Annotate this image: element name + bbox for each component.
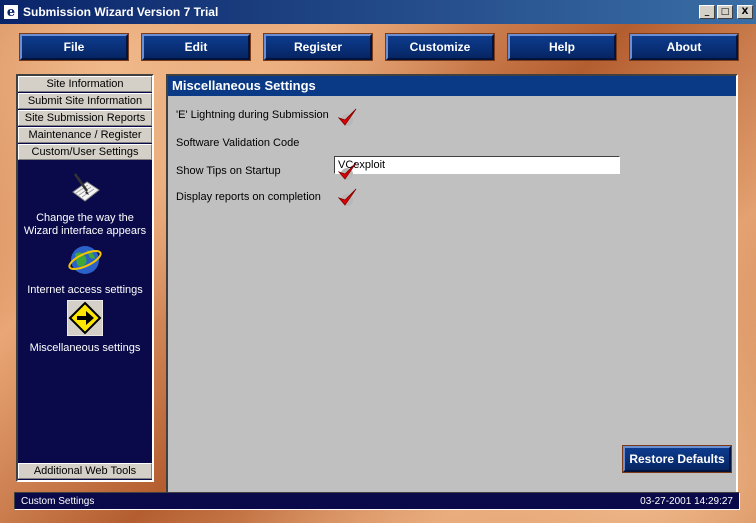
status-bar: Custom Settings 03-27-2001 14:29:27	[14, 492, 740, 510]
menu-help-button[interactable]: Help	[508, 34, 616, 60]
close-button[interactable]: X	[737, 5, 753, 19]
sidebar-item-submit-site-information[interactable]: Submit Site Information	[18, 93, 152, 109]
setting-label-lightning: 'E' Lightning during Submission	[176, 109, 329, 121]
notepad-pen-icon	[72, 173, 100, 202]
menu-bar: File Edit Register Customize Help About	[18, 34, 738, 60]
tool-interface-appearance[interactable]: Change the way the Wizard interface appe…	[18, 170, 152, 238]
copper-frame: File Edit Register Customize Help About …	[0, 24, 756, 523]
sidebar-item-site-submission-reports[interactable]: Site Submission Reports	[18, 110, 152, 126]
title-bar: e Submission Wizard Version 7 Trial _ □ …	[0, 0, 756, 24]
setting-row-validation: Software Validation Code	[176, 137, 299, 149]
checkmark-icon[interactable]	[336, 160, 358, 182]
menu-customize-button[interactable]: Customize	[386, 34, 494, 60]
status-text: Custom Settings	[21, 495, 95, 507]
setting-row-tips: Show Tips on Startup	[176, 165, 281, 177]
setting-label-tips: Show Tips on Startup	[176, 165, 281, 177]
sidebar-item-maintenance-register[interactable]: Maintenance / Register	[18, 127, 152, 143]
globe-icon	[68, 246, 102, 274]
tool-misc-label: Miscellaneous settings	[29, 342, 141, 354]
menu-file-button[interactable]: File	[20, 34, 128, 60]
restore-defaults-button[interactable]: Restore Defaults	[623, 446, 731, 472]
tool-miscellaneous[interactable]: Miscellaneous settings	[18, 299, 152, 355]
checkmark-icon[interactable]	[336, 106, 358, 128]
app-icon: e	[3, 4, 19, 20]
sidebar-item-custom-user-settings[interactable]: Custom/User Settings	[18, 144, 152, 160]
window-title: Submission Wizard Version 7 Trial	[23, 5, 219, 19]
tool-interface-label-1: Change the way the	[36, 212, 134, 224]
menu-about-button[interactable]: About	[630, 34, 738, 60]
panel-title: Miscellaneous Settings	[168, 76, 736, 96]
menu-register-button[interactable]: Register	[264, 34, 372, 60]
setting-label-reports: Display reports on completion	[176, 191, 321, 203]
sidebar: Site Information Submit Site Information…	[16, 74, 154, 482]
setting-row-reports: Display reports on completion	[176, 191, 321, 203]
setting-label-validation: Software Validation Code	[176, 137, 300, 149]
maximize-button[interactable]: □	[717, 5, 733, 19]
settings-panel: Miscellaneous Settings 'E' Lightning dur…	[166, 74, 738, 506]
status-timestamp: 03-27-2001 14:29:27	[640, 495, 733, 507]
minimize-button[interactable]: _	[699, 5, 715, 19]
sidebar-item-additional-web-tools[interactable]: Additional Web Tools	[18, 463, 152, 479]
tool-interface-label-2: Wizard interface appears	[23, 225, 147, 237]
setting-row-lightning: 'E' Lightning during Submission	[176, 109, 329, 121]
tool-internet-access[interactable]: Internet access settings	[18, 242, 152, 297]
menu-edit-button[interactable]: Edit	[142, 34, 250, 60]
validation-code-input[interactable]	[334, 156, 620, 174]
checkmark-icon[interactable]	[336, 186, 358, 208]
tool-internet-label: Internet access settings	[27, 284, 143, 296]
sidebar-item-site-information[interactable]: Site Information	[18, 76, 152, 92]
arrow-sign-icon	[66, 299, 104, 337]
